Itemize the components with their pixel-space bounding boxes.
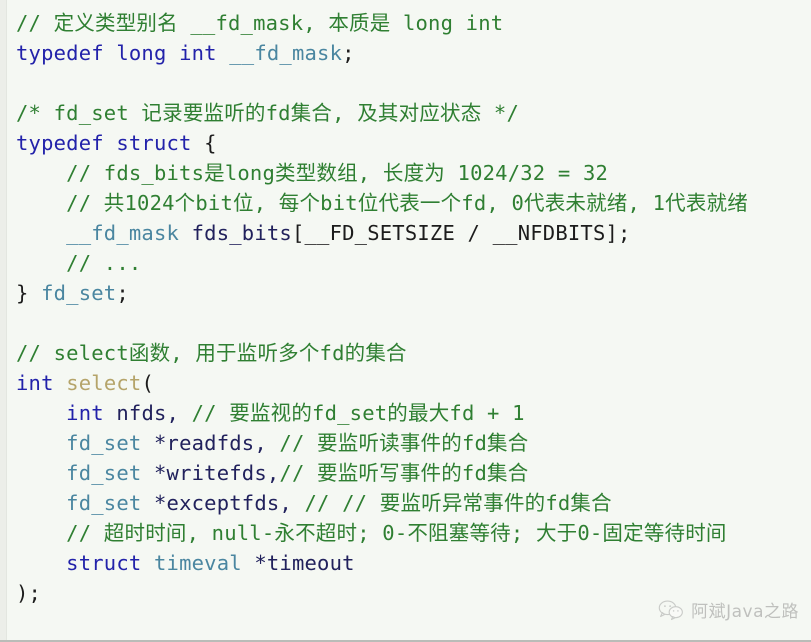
punctuation-token: [__FD_SETSIZE / __NFDBITS]; [291,221,631,245]
identifier-token: fds_bits [191,221,292,245]
type-token: fd_set [41,281,117,305]
code-line: // select函数, 用于监听多个fd的集合 [16,338,811,368]
code-line: /* fd_set 记录要监听的fd集合, 及其对应状态 */ [16,98,811,128]
keyword-token: typedef [16,41,104,65]
keyword-token: int [179,41,217,65]
keyword-token: int [66,401,104,425]
code-line: fd_set *writefds,// 要监听写事件的fd集合 [16,458,811,488]
code-line: typedef struct { [16,128,811,158]
comment-token: // 要监听读事件的fd集合 [279,431,529,455]
identifier-token: *readfds, [153,431,267,455]
keyword-token: struct [66,551,142,575]
code-line: } fd_set; [16,278,811,308]
code-line: fd_set *readfds, // 要监听读事件的fd集合 [16,428,811,458]
function-name-token: select [66,371,142,395]
type-token: __fd_mask [66,221,180,245]
code-line: // ... [16,248,811,278]
punctuation-token: } [16,281,29,305]
keyword-token: struct [116,131,192,155]
comment-token: // 共1024个bit位, 每个bit位代表一个fd, 0代表未就绪, 1代表… [66,191,748,215]
keyword-token: int [16,371,54,395]
keyword-token: long [116,41,167,65]
punctuation-token: ( [141,371,154,395]
type-token: timeval [153,551,242,575]
comment-token: // fds_bits是long类型数组, 长度为 1024/32 = 32 [66,161,609,185]
type-token: fd_set [66,461,142,485]
comment-token: // 定义类型别名 __fd_mask, 本质是 long int [16,11,504,35]
comment-token: // 要监视的fd_set的最大fd + 1 [191,401,525,425]
code-line: struct timeval *timeout [16,548,811,578]
identifier-token: nfds, [116,401,180,425]
code-line: // 共1024个bit位, 每个bit位代表一个fd, 0代表未就绪, 1代表… [16,188,811,218]
punctuation-token: ; [116,281,129,305]
code-line: // 超时时间, null-永不超时; 0-不阻塞等待; 大于0-固定等待时间 [16,518,811,548]
identifier-token: *writefds, [153,461,280,485]
code-snippet-screenshot: // 定义类型别名 __fd_mask, 本质是 long int typede… [0,0,811,642]
code-line: fd_set *exceptfds, // // 要监听异常事件的fd集合 [16,488,811,518]
comment-token: // select函数, 用于监听多个fd的集合 [16,341,407,365]
code-line: int select( [16,368,811,398]
code-line: ); [16,578,811,608]
comment-token: // 超时时间, null-永不超时; 0-不阻塞等待; 大于0-固定等待时间 [66,521,727,545]
code-block: // 定义类型别名 __fd_mask, 本质是 long int typede… [8,0,811,640]
code-line: // fds_bits是long类型数组, 长度为 1024/32 = 32 [16,158,811,188]
code-line: int nfds, // 要监视的fd_set的最大fd + 1 [16,398,811,428]
comment-token: /* fd_set 记录要监听的fd集合, 及其对应状态 */ [16,101,520,125]
comment-token: // 要监听写事件的fd集合 [279,461,529,485]
identifier-token: *timeout [254,551,355,575]
type-token: fd_set [66,491,142,515]
code-gutter [0,0,7,640]
type-token: fd_set [66,431,142,455]
punctuation-token: ); [16,581,42,605]
code-line: // 定义类型别名 __fd_mask, 本质是 long int [16,8,811,38]
code-line: __fd_mask fds_bits[__FD_SETSIZE / __NFDB… [16,218,811,248]
comment-token: // // 要监听异常事件的fd集合 [304,491,612,515]
punctuation-token: ; [342,41,355,65]
keyword-token: typedef [16,131,104,155]
punctuation-token: { [204,131,217,155]
identifier-token: *exceptfds, [153,491,292,515]
code-line: typedef long int __fd_mask; [16,38,811,68]
type-token: __fd_mask [229,41,343,65]
comment-token: // ... [66,251,142,275]
